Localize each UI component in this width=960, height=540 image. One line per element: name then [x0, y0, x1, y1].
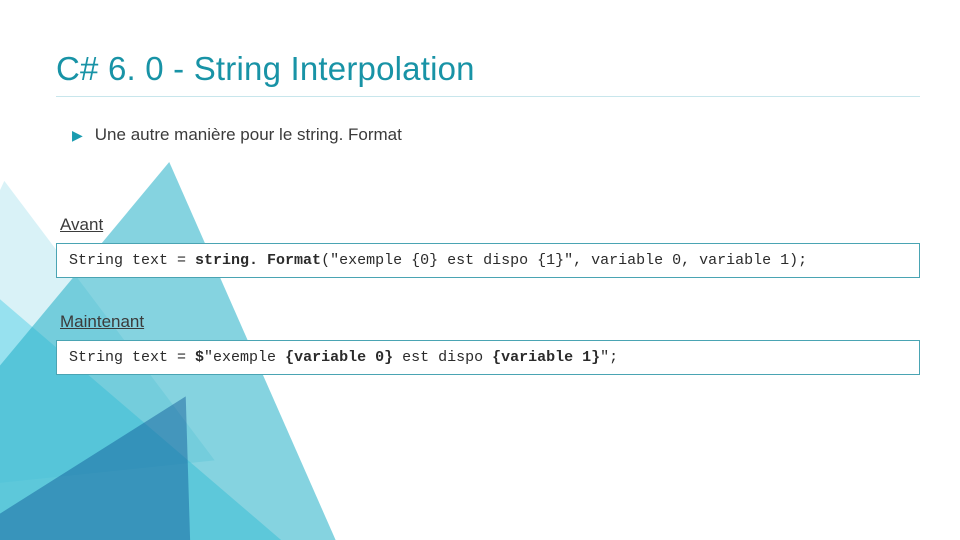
before-label: Avant — [60, 215, 920, 235]
code-text: String text = — [69, 252, 195, 269]
bullet-text: Une autre manière pour le string. Format — [95, 125, 402, 145]
code-before: String text = string. Format("exemple {0… — [56, 243, 920, 278]
bullet-item: ▶ Une autre manière pour le string. Form… — [72, 125, 920, 145]
page-title: C# 6. 0 - String Interpolation — [56, 50, 920, 97]
slide: C# 6. 0 - String Interpolation ▶ Une aut… — [0, 0, 960, 540]
code-now: String text = $"exemple {variable 0} est… — [56, 340, 920, 375]
slide-content: C# 6. 0 - String Interpolation ▶ Une aut… — [56, 50, 920, 409]
chevron-right-icon: ▶ — [72, 127, 83, 144]
code-text: {variable 0} — [285, 349, 393, 366]
code-text: est dispo — [393, 349, 492, 366]
code-text: "exemple — [204, 349, 285, 366]
now-label: Maintenant — [60, 312, 920, 332]
code-text: string. Format — [195, 252, 321, 269]
code-text: ("exemple {0} est dispo {1}", variable 0… — [321, 252, 807, 269]
code-text: "; — [600, 349, 618, 366]
code-text: $ — [195, 349, 204, 366]
code-text: {variable 1} — [492, 349, 600, 366]
code-text: String text = — [69, 349, 195, 366]
